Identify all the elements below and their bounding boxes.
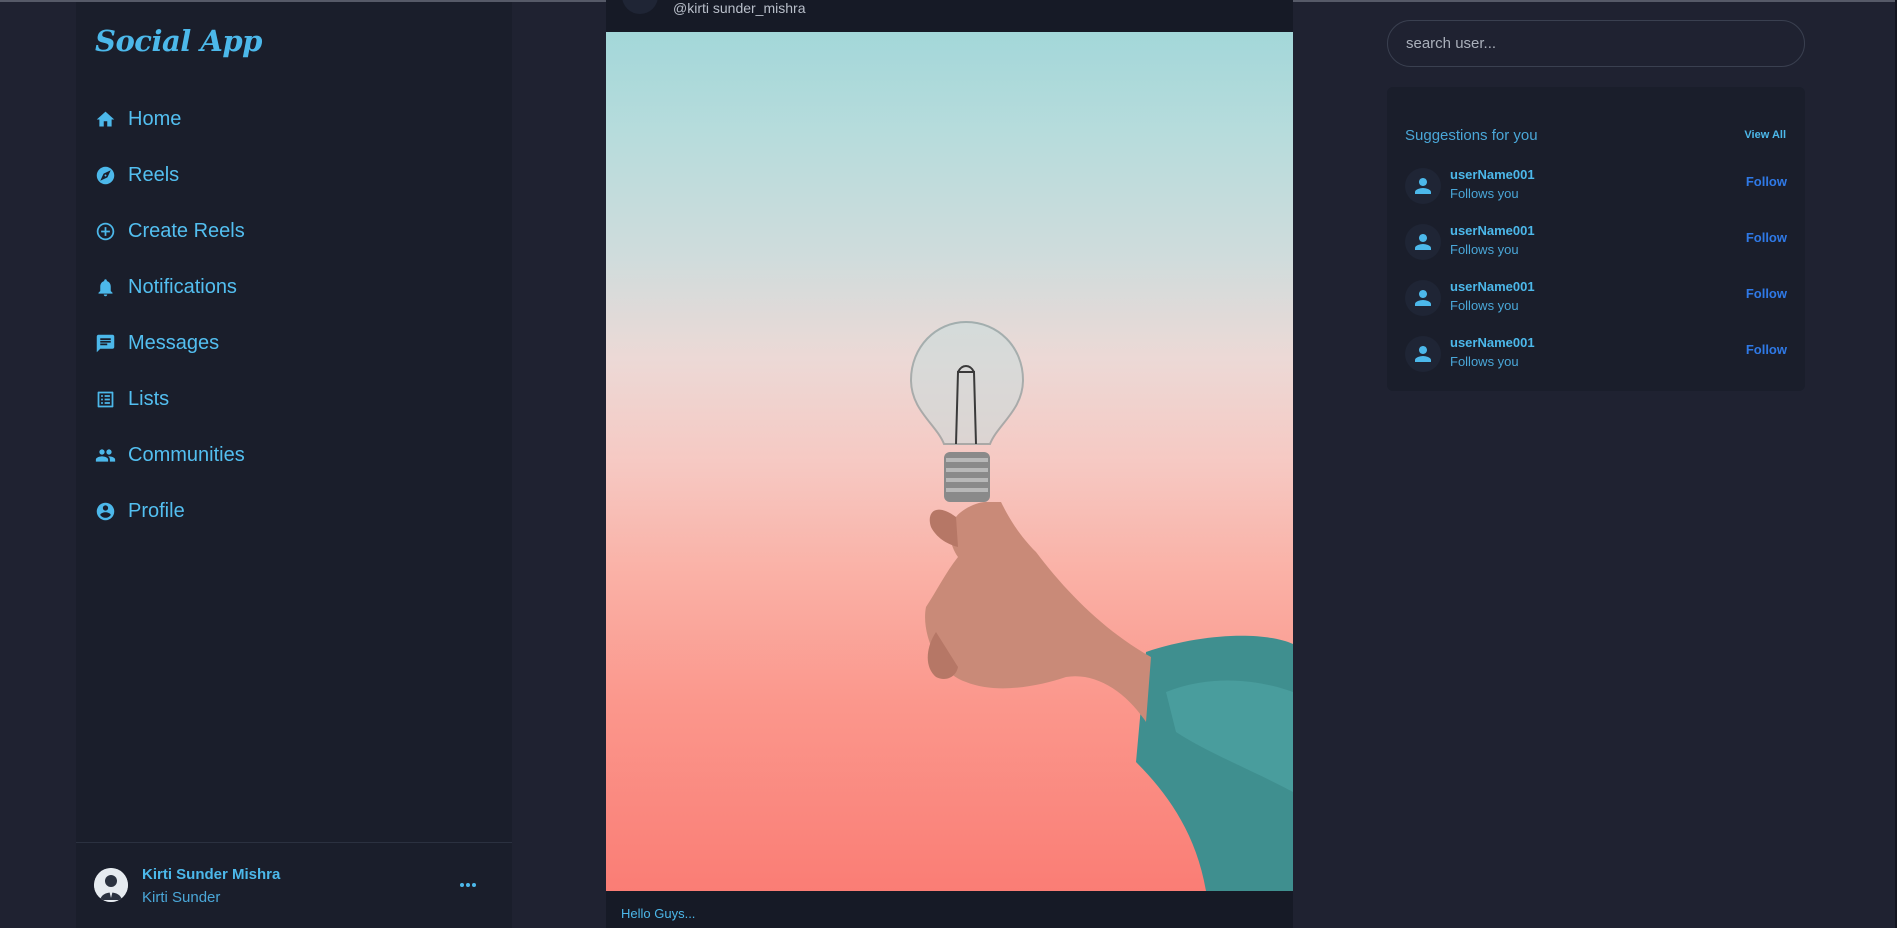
nav-item-label: Create Reels	[128, 219, 245, 242]
nav-item-label: Reels	[128, 163, 180, 186]
person-icon[interactable]	[1405, 168, 1441, 204]
nav-item-label: Lists	[128, 387, 170, 410]
more-options-icon[interactable]	[460, 874, 484, 890]
nav-item-notifications[interactable]: Notifications	[94, 259, 484, 315]
nav-item-create-reels[interactable]: Create Reels	[94, 203, 484, 259]
follow-button[interactable]: Follow	[1746, 174, 1787, 189]
suggestion-item: userName001 Follows you Follow	[1405, 330, 1787, 386]
nav-item-profile[interactable]: Profile	[94, 483, 484, 539]
post-author-avatar[interactable]	[622, 0, 658, 14]
lightbulb-hand-illustration	[909, 320, 1293, 891]
avatar	[94, 868, 128, 902]
nav-item-home[interactable]: Home	[94, 91, 484, 147]
suggestion-username[interactable]: userName001	[1450, 335, 1535, 350]
list-icon	[94, 388, 116, 410]
suggestion-item: userName001 Follows you Follow	[1405, 218, 1787, 274]
nav-item-label: Home	[128, 107, 182, 130]
suggestion-item: userName001 Follows you Follow	[1405, 162, 1787, 218]
person-icon[interactable]	[1405, 336, 1441, 372]
suggestion-username[interactable]: userName001	[1450, 279, 1535, 294]
current-user-card[interactable]: Kirti Sunder Mishra Kirti Sunder	[94, 860, 494, 916]
search-user-input[interactable]	[1387, 20, 1805, 67]
main-nav: Home Reels Create Reels Notifications Me…	[94, 91, 484, 539]
person-icon[interactable]	[1405, 224, 1441, 260]
nav-item-lists[interactable]: Lists	[94, 371, 484, 427]
suggestion-username[interactable]: userName001	[1450, 167, 1535, 182]
account-circle-icon	[94, 500, 116, 522]
suggestion-subtitle: Follows you	[1450, 186, 1519, 201]
current-user-name: Kirti Sunder Mishra	[142, 866, 281, 883]
post-image[interactable]	[606, 32, 1293, 891]
view-all-link[interactable]: View All	[1744, 129, 1786, 141]
post-more-icon[interactable]	[1263, 0, 1269, 2]
post-caption: Hello Guys...	[621, 906, 696, 921]
person-icon[interactable]	[1405, 280, 1441, 316]
suggestion-subtitle: Follows you	[1450, 242, 1519, 257]
sidebar-divider	[76, 842, 512, 843]
nav-item-label: Communities	[128, 443, 245, 466]
nav-item-label: Messages	[128, 331, 220, 354]
follow-button[interactable]: Follow	[1746, 342, 1787, 357]
suggestion-username[interactable]: userName001	[1450, 223, 1535, 238]
post-header: @kirti sunder_mishra	[606, 0, 1293, 32]
compass-icon	[94, 164, 116, 186]
follow-button[interactable]: Follow	[1746, 286, 1787, 301]
left-sidebar: Social App Home Reels Create Reels Notif…	[76, 2, 512, 928]
current-user-handle: Kirti Sunder	[142, 889, 221, 906]
post-card: @kirti sunder_mishra Hello Guys...	[606, 0, 1293, 928]
suggestion-subtitle: Follows you	[1450, 354, 1519, 369]
add-circle-icon	[94, 220, 116, 242]
nav-item-label: Profile	[128, 499, 185, 522]
suggestion-item: userName001 Follows you Follow	[1405, 274, 1787, 330]
suggestion-subtitle: Follows you	[1450, 298, 1519, 313]
nav-item-communities[interactable]: Communities	[94, 427, 484, 483]
suggestions-list: userName001 Follows you Follow userName0…	[1405, 162, 1787, 386]
suggestions-title: Suggestions for you	[1405, 127, 1538, 144]
post-author-handle[interactable]: @kirti sunder_mishra	[673, 0, 805, 16]
home-icon	[94, 108, 116, 130]
people-icon	[94, 444, 116, 466]
nav-item-messages[interactable]: Messages	[94, 315, 484, 371]
follow-button[interactable]: Follow	[1746, 230, 1787, 245]
bell-icon	[94, 276, 116, 298]
app-logo[interactable]: Social App	[95, 24, 262, 58]
nav-item-reels[interactable]: Reels	[94, 147, 484, 203]
message-icon	[94, 332, 116, 354]
suggestions-panel: Suggestions for you View All userName001…	[1387, 87, 1805, 391]
nav-item-label: Notifications	[128, 275, 237, 298]
